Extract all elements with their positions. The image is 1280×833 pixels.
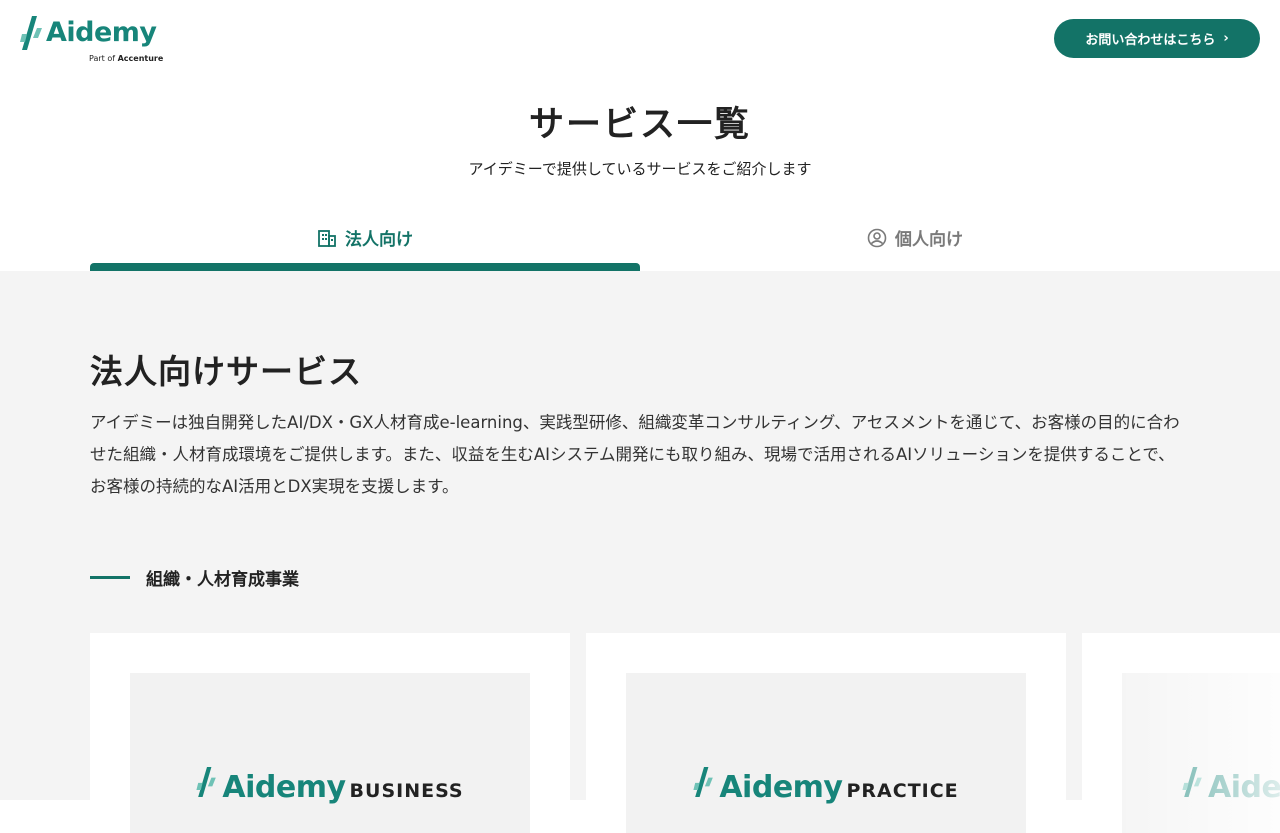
page-subtitle: アイデミーで提供しているサービスをご紹介します bbox=[468, 160, 812, 178]
page-title: サービス一覧 bbox=[528, 105, 751, 145]
card-product: PRACTICE bbox=[846, 780, 959, 802]
service-card-practice[interactable]: Aidemy PRACTICE bbox=[586, 633, 1066, 833]
audience-tabs: 法人向け 個人向け bbox=[90, 212, 1190, 271]
aidemy-logo[interactable]: Aidemy Part of Accenture bbox=[20, 14, 170, 66]
card-logo: Aidemy PRACTICE bbox=[626, 767, 1026, 805]
subheading-line bbox=[90, 576, 130, 579]
subheading: 組織・人材育成事業 bbox=[90, 565, 299, 590]
logo-sub-prefix: Part of bbox=[89, 54, 118, 63]
logo-mark-icon bbox=[693, 767, 714, 797]
tab-corporate[interactable]: 法人向け bbox=[90, 212, 640, 263]
logo-text: Aidemy bbox=[46, 17, 157, 48]
services-content: 法人向けサービス アイデミーは独自開発したAI/DX・GX人材育成e-learn… bbox=[0, 271, 1280, 833]
logo-mark-icon bbox=[1182, 767, 1202, 797]
active-tab-indicator bbox=[90, 263, 640, 271]
section-title: 法人向けサービス bbox=[90, 352, 362, 391]
site-header: Aidemy Part of Accenture お問い合わせはこちら › bbox=[0, 0, 1280, 80]
tab-individual[interactable]: 個人向け bbox=[640, 212, 1190, 263]
logo-mark-icon bbox=[20, 16, 42, 50]
logo-sub-brand: Accenture bbox=[117, 54, 164, 63]
subheading-text: 組織・人材育成事業 bbox=[146, 570, 299, 590]
contact-button-label: お問い合わせはこちら bbox=[1085, 33, 1216, 48]
card-logo: Aidemy BUSINESS bbox=[130, 767, 530, 805]
tab-corporate-label: 法人向け bbox=[345, 230, 413, 250]
building-icon bbox=[318, 229, 336, 247]
card-image: Aidemy BUSINESS bbox=[130, 673, 530, 833]
logo-mark-icon bbox=[196, 767, 217, 797]
section-description: アイデミーは独自開発したAI/DX・GX人材育成e-learning、実践型研修… bbox=[90, 413, 1180, 496]
tab-individual-label: 個人向け bbox=[895, 230, 963, 250]
user-circle-icon bbox=[867, 228, 887, 247]
chevron-right-icon: › bbox=[1223, 31, 1229, 46]
service-card-business[interactable]: Aidemy BUSINESS bbox=[90, 633, 570, 833]
logo-subtitle: Part of Accenture bbox=[89, 54, 163, 63]
card-image: Aide bbox=[1122, 673, 1280, 833]
card-logo: Aide bbox=[1182, 767, 1280, 805]
card-image: Aidemy PRACTICE bbox=[626, 673, 1026, 833]
service-card-partial[interactable]: Aide bbox=[1082, 633, 1280, 833]
card-product: BUSINESS bbox=[349, 780, 464, 802]
contact-button[interactable]: お問い合わせはこちら › bbox=[1054, 19, 1260, 58]
